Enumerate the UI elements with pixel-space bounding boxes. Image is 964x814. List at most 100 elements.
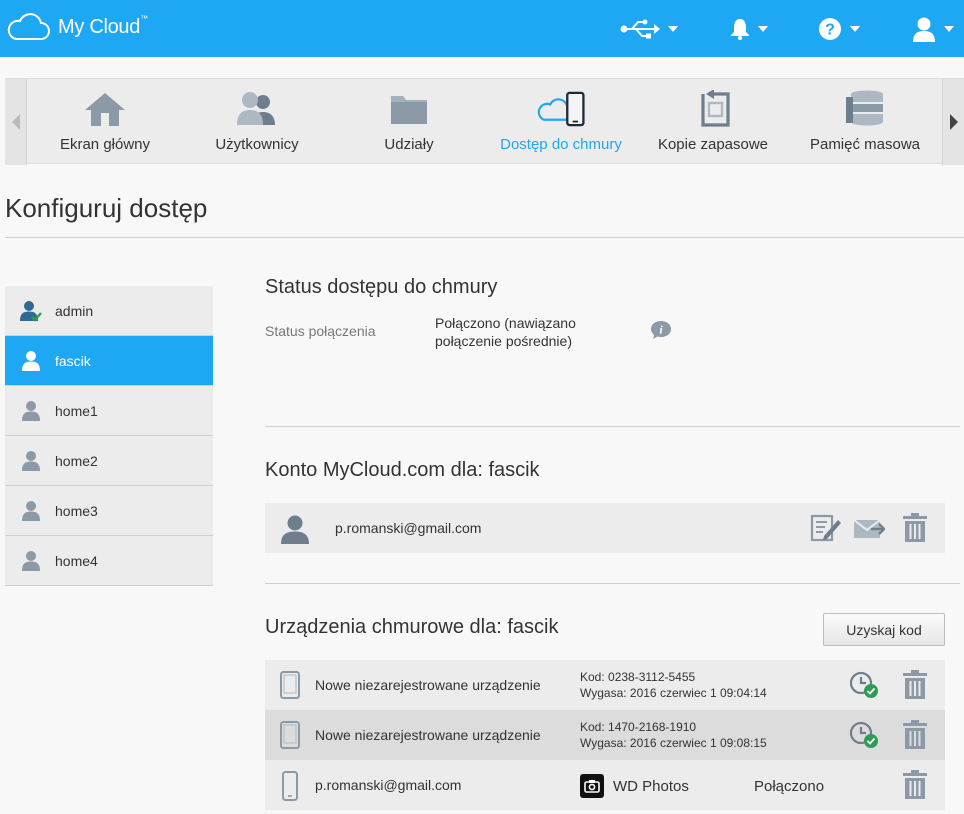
user-icon xyxy=(19,449,43,473)
user-icon xyxy=(913,17,935,42)
chevron-down-icon xyxy=(758,26,768,32)
notifications-menu[interactable] xyxy=(730,13,768,45)
trash-icon xyxy=(903,720,927,749)
device-name: Nowe niezarejestrowane urządzenie xyxy=(315,677,541,693)
user-icon xyxy=(19,499,43,523)
pending-status-button[interactable] xyxy=(848,670,880,705)
clock-check-icon xyxy=(849,671,878,698)
device-app-name: WD Photos xyxy=(613,778,689,795)
arrow-left-icon xyxy=(11,114,20,130)
svg-text:?: ? xyxy=(825,22,835,39)
pending-status-button[interactable] xyxy=(848,720,880,755)
chevron-down-icon xyxy=(668,26,678,32)
trash-icon xyxy=(903,670,927,699)
tablet-icon xyxy=(280,721,300,754)
usb-icon xyxy=(620,19,660,39)
avatar xyxy=(279,514,311,549)
user-item-label: admin xyxy=(55,302,94,319)
device-status: Połączono xyxy=(754,778,825,795)
device-row: Nowe niezarejestrowane urządzenie Kod: 0… xyxy=(265,660,945,710)
device-code-value: Kod: 0238-3112-5455 xyxy=(580,670,696,684)
edit-account-button[interactable] xyxy=(810,514,842,547)
help-icon: ? xyxy=(819,18,841,40)
user-item-label: home4 xyxy=(55,552,98,569)
device-code: Kod: 0238-3112-5455 Wygasa: 2016 czerwie… xyxy=(580,669,767,701)
user-item-label: home2 xyxy=(55,452,98,469)
nav-scroll-left[interactable] xyxy=(5,79,27,165)
device-name: p.romanski@gmail.com xyxy=(315,777,462,793)
user-item-home1[interactable]: home1 xyxy=(5,386,213,436)
nav-item-cloud-access[interactable]: Dostęp do chmury xyxy=(485,79,637,165)
send-invite-button[interactable] xyxy=(853,517,886,546)
bell-icon xyxy=(731,19,749,40)
delete-device-button[interactable] xyxy=(902,720,928,755)
nav-item-shares[interactable]: Udziały xyxy=(333,79,485,165)
device-name: Nowe niezarejestrowane urządzenie xyxy=(315,727,541,743)
section-divider xyxy=(265,583,960,584)
main-nav: Ekran główny Użytkownicy Udziały Dostęp … xyxy=(5,78,964,165)
trash-icon xyxy=(903,513,927,542)
brand-name: My Cloud™ xyxy=(58,13,148,38)
device-code-value: Kod: 1470-2168-1910 xyxy=(580,720,697,734)
tablet-icon xyxy=(280,671,300,704)
user-icon xyxy=(19,399,43,423)
user-icon xyxy=(19,549,43,573)
device-row: Nowe niezarejestrowane urządzenie Kod: 1… xyxy=(265,710,945,760)
storage-icon xyxy=(846,90,883,126)
chevron-down-icon xyxy=(850,26,860,32)
connection-status-value: Połączono (nawiązano połączenie pośredni… xyxy=(435,315,576,349)
top-bar: My Cloud™ ? xyxy=(0,0,964,57)
nav-item-users[interactable]: Użytkownicy xyxy=(181,79,333,165)
device-code-expiry: Wygasa: 2016 czerwiec 1 09:04:14 xyxy=(580,686,767,700)
edit-icon xyxy=(810,514,841,542)
mail-send-icon xyxy=(853,519,886,538)
user-item-fascik[interactable]: fascik xyxy=(5,336,213,386)
user-menu[interactable] xyxy=(912,13,954,45)
connection-status-label: Status połączenia xyxy=(265,323,376,339)
user-item-label: home1 xyxy=(55,402,98,419)
cloud-access-icon xyxy=(537,91,585,127)
brand-logo[interactable]: My Cloud™ xyxy=(6,13,148,41)
account-email: p.romanski@gmail.com xyxy=(335,520,482,536)
status-section-title: Status dostępu do chmury xyxy=(265,276,498,298)
delete-account-button[interactable] xyxy=(902,513,928,548)
page-title: Konfiguruj dostęp xyxy=(5,193,208,223)
user-item-label: home3 xyxy=(55,502,98,519)
account-section-title: Konto MyCloud.com dla: fascik xyxy=(265,459,540,481)
admin-user-icon xyxy=(19,299,43,323)
folder-icon xyxy=(391,96,427,124)
backup-icon xyxy=(701,90,730,127)
nav-item-backups[interactable]: Kopie zapasowe xyxy=(637,79,789,165)
home-icon xyxy=(85,93,125,126)
user-item-admin[interactable]: admin xyxy=(5,286,213,336)
nav-scroll-right[interactable] xyxy=(942,79,964,165)
get-code-button[interactable]: Uzyskaj kod xyxy=(823,613,945,646)
info-icon[interactable]: i xyxy=(650,320,672,345)
trash-icon xyxy=(903,770,927,799)
user-list: admin fascik home1 home2 home3 home4 xyxy=(5,286,213,586)
section-divider xyxy=(265,426,960,427)
arrow-right-icon xyxy=(949,114,958,130)
usb-menu[interactable] xyxy=(620,13,678,45)
clock-check-icon xyxy=(849,721,878,748)
user-item-home4[interactable]: home4 xyxy=(5,536,213,586)
wd-photos-icon xyxy=(580,774,604,798)
devices-section-title: Urządzenia chmurowe dla: fascik xyxy=(265,616,559,638)
user-item-home2[interactable]: home2 xyxy=(5,436,213,486)
help-menu[interactable]: ? xyxy=(818,13,860,45)
nav-item-home[interactable]: Ekran główny xyxy=(29,79,181,165)
title-divider xyxy=(5,237,964,238)
delete-device-button[interactable] xyxy=(902,670,928,705)
phone-icon xyxy=(280,771,300,806)
users-icon xyxy=(237,92,275,125)
device-code-expiry: Wygasa: 2016 czerwiec 1 09:08:15 xyxy=(580,736,767,750)
account-row: p.romanski@gmail.com xyxy=(265,503,945,553)
user-icon xyxy=(19,349,43,373)
user-item-label: fascik xyxy=(55,352,91,369)
user-item-home3[interactable]: home3 xyxy=(5,486,213,536)
delete-device-button[interactable] xyxy=(902,770,928,805)
chevron-down-icon xyxy=(944,26,954,32)
cloud-logo-icon xyxy=(7,13,50,40)
nav-item-storage[interactable]: Pamięć masowa xyxy=(789,79,941,165)
device-row: p.romanski@gmail.com WD Photos Połączono xyxy=(265,760,945,810)
